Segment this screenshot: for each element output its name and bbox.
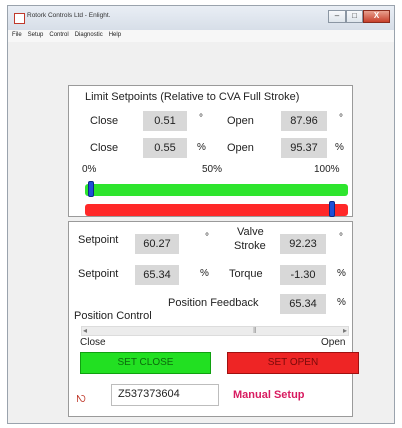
set-open-button[interactable]: SET OPEN — [227, 352, 359, 374]
window-title: Rotork Controls Ltd - Enlight. — [27, 12, 111, 19]
minimize-button[interactable]: – — [328, 10, 346, 23]
close-limit-slider[interactable] — [85, 181, 348, 197]
serial-number-field: Z537373604 — [111, 384, 219, 406]
menu-diagnostic[interactable]: Diagnostic — [71, 30, 105, 38]
scroll-left-arrow[interactable]: ◂ — [83, 326, 87, 335]
open-pct-label: Open — [227, 142, 254, 154]
open-deg-value[interactable]: 87.96 — [281, 111, 327, 131]
setpoint-deg-value: 60.27 — [135, 234, 179, 254]
position-feedback-label: Position Feedback — [168, 297, 259, 309]
close-limit-thumb[interactable] — [88, 181, 94, 197]
app-window: Rotork Controls Ltd - Enlight. – □ X Fil… — [7, 5, 395, 424]
close-pct-label: Close — [90, 142, 119, 154]
menu-help[interactable]: Help — [105, 30, 123, 38]
position-control-scrollbar[interactable]: ◂ ‖ ▸ — [81, 326, 349, 336]
open-deg-label: Open — [227, 115, 254, 127]
position-close-label: Close — [80, 337, 106, 348]
torque-unit: % — [337, 268, 346, 279]
close-pct-value[interactable]: 0.55 — [143, 138, 187, 158]
scale-mid-label: 50% — [202, 164, 223, 175]
open-limit-slider[interactable] — [85, 201, 348, 217]
valve-stroke-label-2: Stroke — [234, 240, 266, 252]
position-control-label: Position Control — [74, 310, 152, 322]
manual-setup-label: Manual Setup — [233, 389, 305, 401]
limit-setpoints-panel: Limit Setpoints (Relative to CVA Full St… — [68, 85, 353, 217]
scale-min-label: 0% — [82, 164, 97, 175]
open-pct-unit: % — [335, 142, 344, 153]
valve-stroke-unit: ° — [339, 232, 343, 243]
valve-stroke-value: 92.23 — [280, 234, 326, 254]
valve-stroke-label-1: Valve — [237, 226, 264, 238]
setpoint-pct-label: Setpoint — [78, 268, 119, 280]
close-deg-value[interactable]: 0.51 — [143, 111, 187, 131]
app-icon — [14, 13, 25, 24]
limit-setpoints-title: Limit Setpoints (Relative to CVA Full St… — [85, 91, 300, 103]
close-pct-unit: % — [197, 142, 206, 153]
position-open-label: Open — [321, 337, 346, 348]
menu-control[interactable]: Control — [45, 30, 70, 38]
position-feedback-value: 65.34 — [280, 294, 326, 314]
setpoint-pct-value: 65.34 — [135, 265, 179, 285]
setpoint-deg-unit: ° — [205, 232, 209, 243]
title-bar: Rotork Controls Ltd - Enlight. – □ X — [8, 6, 394, 30]
position-feedback-unit: % — [337, 297, 346, 308]
open-pct-value[interactable]: 95.37 — [281, 138, 327, 158]
close-deg-label: Close — [90, 115, 119, 127]
scale-max-label: 100% — [314, 164, 340, 175]
torque-value: -1.30 — [280, 265, 326, 285]
close-deg-unit: ° — [199, 113, 203, 124]
menu-file[interactable]: File — [8, 30, 24, 38]
position-control-thumb[interactable]: ‖ — [253, 326, 256, 335]
rotork-logo-icon: ꩳ — [76, 389, 86, 406]
set-close-button[interactable]: SET CLOSE — [80, 352, 211, 374]
setpoint-deg-label: Setpoint — [78, 234, 119, 246]
torque-label: Torque — [229, 268, 263, 280]
close-button[interactable]: X — [363, 10, 390, 23]
scroll-right-arrow[interactable]: ▸ — [343, 326, 347, 335]
menu-bar: File Setup Control Diagnostic Help — [8, 30, 394, 42]
menu-setup[interactable]: Setup — [24, 30, 46, 38]
open-limit-thumb[interactable] — [329, 201, 335, 217]
maximize-button[interactable]: □ — [346, 10, 363, 23]
open-deg-unit: ° — [339, 113, 343, 124]
setpoint-pct-unit: % — [200, 268, 209, 279]
